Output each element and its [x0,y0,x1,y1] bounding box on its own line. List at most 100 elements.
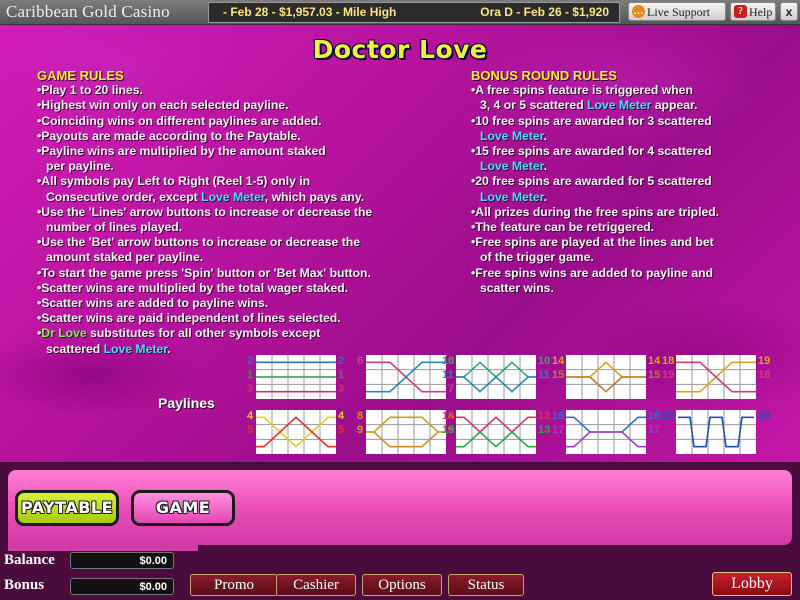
rule-line: scatter wins. [480,280,554,295]
payline-path [366,361,446,393]
love-meter-highlight: Love Meter [587,98,652,113]
payline-svg [456,410,536,454]
rule-line: •Use the 'Bet' arrow buttons to increase… [37,235,360,250]
live-support-label: Live Support [647,5,710,19]
payline-number-left: 15 [552,369,565,381]
rule-line: Love Meter. [471,159,791,174]
payline-grid [366,355,446,399]
rule-line: 3, 4 or 5 scattered Love Meter appear. [471,98,791,113]
rule-line: •To start the game press 'Spin' button o… [37,265,371,280]
button-panel-tab [8,540,198,551]
paytable-button[interactable]: PAYTABLE [15,490,119,526]
rule-text: Consecutive order, except [46,189,202,204]
payline-number-left: 3 [247,383,254,395]
payline-number-right: 10 [538,355,551,367]
paylines-label: Paylines [158,395,215,411]
love-meter-highlight: Love Meter [480,128,544,143]
payline-number-right: 15 [648,369,661,381]
payline-number-right: 4 [338,410,345,422]
button-panel [8,470,792,545]
payline-grid [366,410,446,454]
rule-line: •15 free spins are awarded for 4 scatter… [471,144,712,159]
payline-grid [676,355,756,399]
payline-number-left: 19 [662,369,675,381]
help-question-icon: ? [734,5,747,18]
payline-number-right: 11 [538,369,550,381]
rule-line: •Play 1 to 20 lines. [37,83,143,98]
payline-svg [566,410,646,454]
rule-text: substitutes for all other symbols except [86,326,321,341]
payline-number-right: 13 [538,424,551,436]
live-support-button[interactable]: … Live Support [628,2,726,21]
status-button[interactable]: Status [448,574,524,596]
rule-line: •Free spins wins are added to payline an… [471,265,713,280]
rule-line: amount staked per payline. [46,250,204,265]
payline-number-left: 16 [552,410,565,422]
winners-ticker: - Feb 28 - $1,957.03 - Mile High Ora D -… [208,2,620,23]
rule-text: , which pays any. [264,189,365,204]
bonus-rules-heading: BONUS ROUND RULES [471,68,617,83]
payline-number-left: 6 [357,355,364,367]
balance-label: Balance [4,552,55,568]
payline-grid [256,410,336,454]
payline-number-right: 1 [338,369,345,381]
payline-number-left: 17 [552,424,565,436]
payline-number-left: 10 [442,355,455,367]
payline-number-left: 14 [552,355,565,367]
rule-line: •Scatter wins are added to payline wins. [37,296,269,311]
lobby-button[interactable]: Lobby [712,572,792,596]
payline-path [678,416,754,448]
rule-text: . [167,341,171,356]
payline-grid [456,355,536,399]
help-panel: Doctor Love GAME RULES •Play 1 to 20 lin… [0,25,800,462]
payline-number-left: 4 [247,410,254,422]
rule-text: . [543,128,548,143]
payline-number-left: 5 [247,424,254,436]
payline-number-left: 18 [662,355,675,367]
ticker-text-right: Ora D - Feb 26 - $1,920 [480,5,609,19]
rule-line: of the trigger game. [480,250,594,265]
rule-line: •Free spins are played at the lines and … [471,235,714,250]
rule-line: •Payline wins are multiplied by the amou… [37,144,326,159]
rule-line: •Scatter wins are multiplied by the tota… [37,280,349,295]
payline-svg [256,355,336,399]
rule-line: number of lines played. [46,220,183,235]
payline-number-right: 19 [758,355,771,367]
promo-button[interactable]: Promo [190,574,278,596]
bonus-rules-column: BONUS ROUND RULES •A free spins feature … [471,68,791,296]
help-label: Help [749,5,773,19]
rule-line: •Dr Love substitutes for all other symbo… [37,326,457,341]
payline-svg [366,355,446,399]
love-meter-highlight: Love Meter [103,341,168,356]
rule-line: •All prizes during the free spins are tr… [471,204,720,219]
payline-number-right: 17 [648,424,661,436]
cashier-button[interactable]: Cashier [276,574,356,596]
rule-line: •20 free spins are awarded for 5 scatter… [471,174,712,189]
game-button[interactable]: GAME [131,490,235,526]
close-button[interactable]: x [780,2,798,21]
rule-line: •A free spins feature is triggered when [471,83,693,98]
top-bar: Caribbean Gold Casino - Feb 28 - $1,957.… [0,0,800,25]
payline-number-right: 2 [338,355,345,367]
dr-love-highlight: Dr Love [41,326,87,341]
rule-text: 3, 4 or 5 scattered [480,98,588,113]
rule-line: •Scatter wins are paid independent of li… [37,311,341,326]
rule-line: Love Meter. [471,129,791,144]
payline-grid [566,410,646,454]
payline-number-left: 12 [442,410,455,422]
payline-number-left: 11 [442,369,454,381]
rule-line: •All symbols pay Left to Right (Reel 1-5… [37,174,311,189]
payline-svg [566,355,646,399]
payline-number-right: 14 [648,355,661,367]
payline-number-right: 18 [758,369,771,381]
options-button[interactable]: Options [362,574,442,596]
rule-line: •Use the 'Lines' arrow buttons to increa… [37,204,373,219]
payline-svg [676,355,756,399]
payline-svg [366,410,446,454]
payline-number-right: 12 [538,410,551,422]
help-button[interactable]: ? Help [730,2,776,21]
rule-line: per payline. [46,159,114,174]
payline-number-right: 3 [338,383,345,395]
rule-line: •Coinciding wins on different paylines a… [37,113,322,128]
payline-svg [676,410,756,454]
